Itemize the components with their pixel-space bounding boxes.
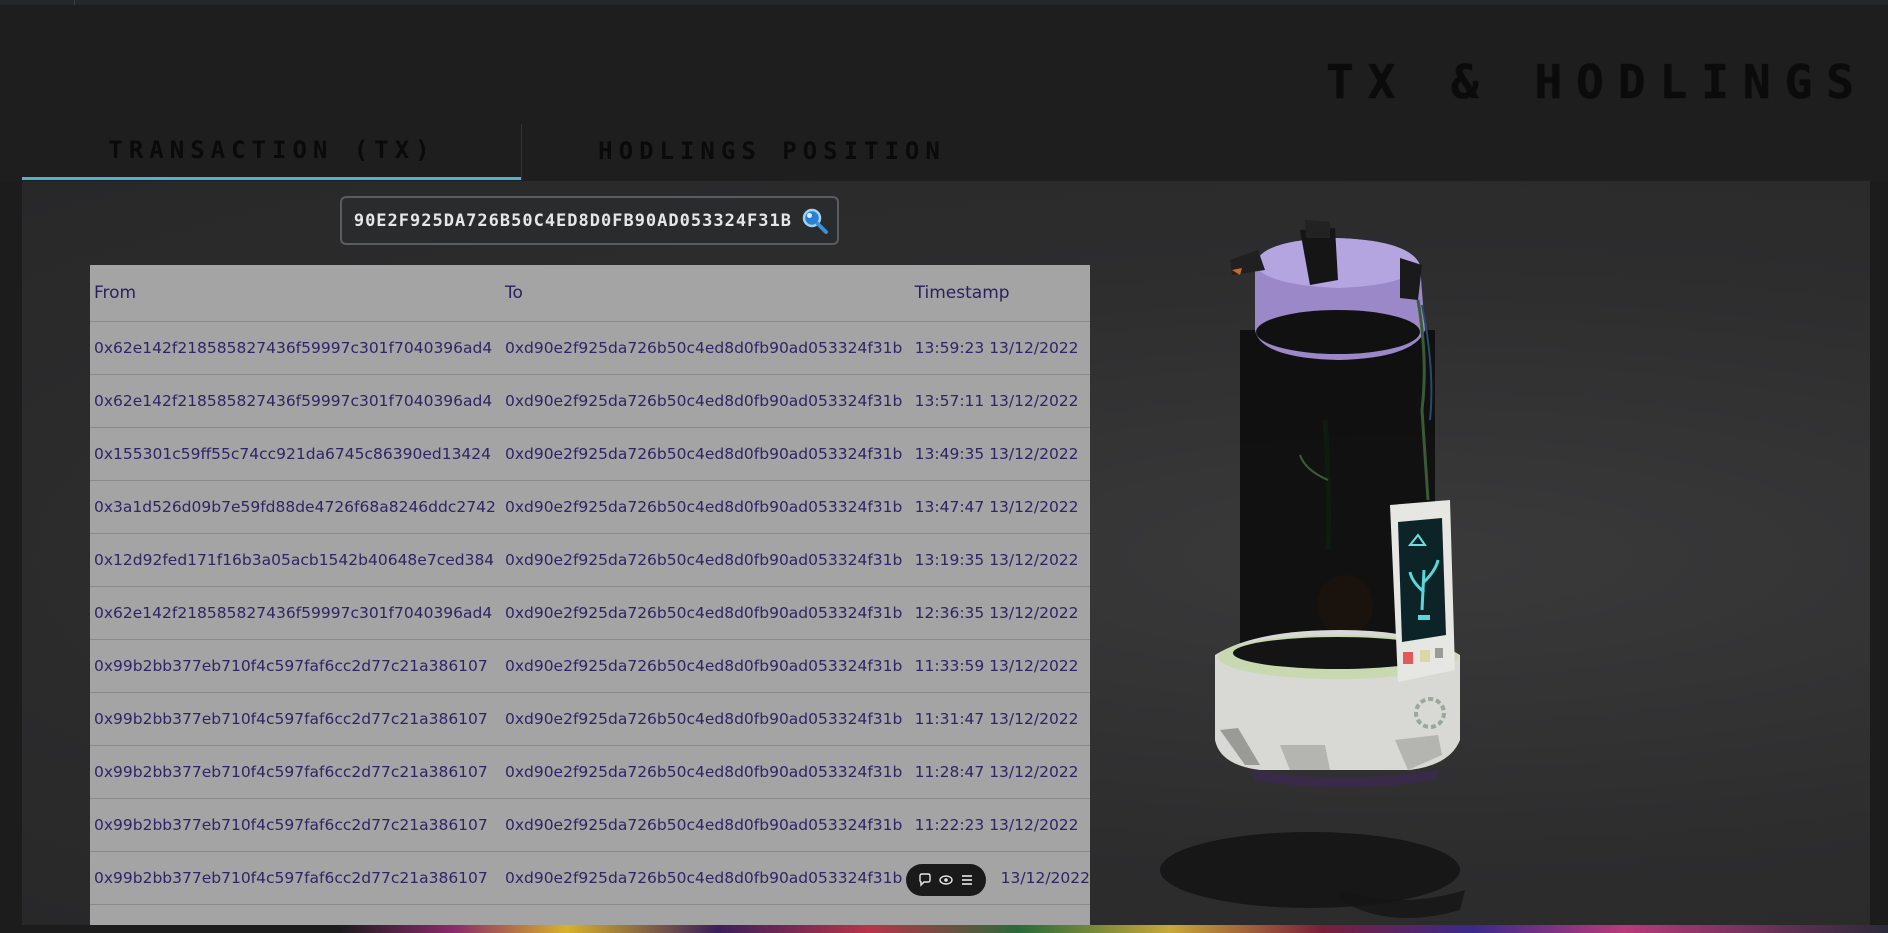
cell-timestamp: 11:33:59 13/12/2022 <box>910 639 1090 693</box>
table-row[interactable]: 0x99b2bb377eb710f4c597faf6cc2d77c21a3861… <box>90 798 1090 852</box>
cell-from: 0x62e142f218585827436f59997c301f7040396a… <box>90 374 501 428</box>
cell-from: 0x99b2bb377eb710f4c597faf6cc2d77c21a3861… <box>90 639 501 693</box>
cell-timestamp: 12:36:35 13/12/2022 <box>910 586 1090 640</box>
search-input[interactable] <box>342 198 793 243</box>
column-header-to: To <box>500 265 911 322</box>
cell-to: 0xd90e2f925da726b50c4ed8d0fb90ad053324f3… <box>500 533 911 587</box>
cell-to: 0xd90e2f925da726b50c4ed8d0fb90ad053324f3… <box>500 480 911 534</box>
table-row[interactable]: 0x99b2bb377eb710f4c597faf6cc2d77c21a3861… <box>90 692 1090 746</box>
tab-bar: TRANSACTION (TX) HODLINGS POSITION <box>22 122 1870 182</box>
cell-from: 0x99b2bb377eb710f4c597faf6cc2d77c21a3861… <box>90 692 501 746</box>
search-box <box>340 196 839 245</box>
cell-timestamp: 11:22:23 13/12/2022 <box>910 798 1090 852</box>
tab-hodlings-position[interactable]: HODLINGS POSITION <box>522 122 1022 180</box>
cell-timestamp: 13:47:47 13/12/2022 <box>910 480 1090 534</box>
page-title: TX & HODLINGS <box>1325 55 1868 109</box>
chat-icon[interactable] <box>916 871 934 889</box>
cell-timestamp: 13:19:35 13/12/2022 <box>910 533 1090 587</box>
table-row[interactable]: 0x62e142f218585827436f59997c301f7040396a… <box>90 586 1090 640</box>
cell-to: 0xd90e2f925da726b50c4ed8d0fb90ad053324f3… <box>500 427 911 481</box>
cell-to: 0xd90e2f925da726b50c4ed8d0fb90ad053324f3… <box>500 692 911 746</box>
cell-to: 0xd90e2f925da726b50c4ed8d0fb90ad053324f3… <box>500 639 911 693</box>
cell-to: 0xd90e2f925da726b50c4ed8d0fb90ad053324f3… <box>500 745 911 799</box>
plant-jar-3d-viewer[interactable] <box>1160 210 1610 930</box>
cell-from: 0x3a1d526d09b7e59fd88de4726f68a8246ddc27… <box>90 480 501 534</box>
cell-timestamp: 13:49:35 13/12/2022 <box>910 427 1090 481</box>
cell-timestamp: 13:57:11 13/12/2022 <box>910 374 1090 428</box>
table-row[interactable]: 0x99b2bb377eb710f4c597faf6cc2d77c21a3861… <box>90 745 1090 799</box>
cell-from: 0x62e142f218585827436f59997c301f7040396a… <box>90 586 501 640</box>
bottom-image-strip <box>0 925 1888 933</box>
table-row[interactable]: 0x62e142f218585827436f59997c301f7040396a… <box>90 374 1090 428</box>
table-row[interactable]: 0x12d92fed171f16b3a05acb1542b40648e7ced3… <box>90 533 1090 587</box>
cell-from: 0x12d92fed171f16b3a05acb1542b40648e7ced3… <box>90 533 501 587</box>
table-row[interactable]: 0x99b2bb377eb710f4c597faf6cc2d77c21a3861… <box>90 639 1090 693</box>
column-header-timestamp: Timestamp <box>910 265 1090 322</box>
cell-from: 0x99b2bb377eb710f4c597faf6cc2d77c21a3861… <box>90 851 501 905</box>
eye-icon[interactable] <box>937 871 955 889</box>
menu-icon[interactable] <box>958 871 976 889</box>
transactions-table: From To Timestamp 0x62e142f218585827436f… <box>90 265 1090 933</box>
table-row[interactable]: 0x155301c59ff55c74cc921da6745c86390ed134… <box>90 427 1090 481</box>
magnifier-icon[interactable] <box>793 199 837 243</box>
plant-jar-illustration <box>1160 220 1465 918</box>
cell-from: 0x99b2bb377eb710f4c597faf6cc2d77c21a3861… <box>90 745 501 799</box>
cell-to: 0xd90e2f925da726b50c4ed8d0fb90ad053324f3… <box>500 374 911 428</box>
cell-to: 0xd90e2f925da726b50c4ed8d0fb90ad053324f3… <box>500 321 911 375</box>
cell-to: 0xd90e2f925da726b50c4ed8d0fb90ad053324f3… <box>500 586 911 640</box>
cell-from: 0x155301c59ff55c74cc921da6745c86390ed134… <box>90 427 501 481</box>
table-row[interactable]: 0x3a1d526d09b7e59fd88de4726f68a8246ddc27… <box>90 480 1090 534</box>
floating-toolbar <box>906 864 986 896</box>
cell-timestamp: 13:59:23 13/12/2022 <box>910 321 1090 375</box>
cell-timestamp: 11:31:47 13/12/2022 <box>910 692 1090 746</box>
cell-from: 0x99b2bb377eb710f4c597faf6cc2d77c21a3861… <box>90 798 501 852</box>
table-header-row: From To Timestamp <box>90 265 1090 322</box>
cell-to: 0xd90e2f925da726b50c4ed8d0fb90ad053324f3… <box>500 798 911 852</box>
column-header-from: From <box>90 265 501 322</box>
table-row[interactable]: 0x62e142f218585827436f59997c301f7040396a… <box>90 321 1090 375</box>
cell-from: 0x62e142f218585827436f59997c301f7040396a… <box>90 321 501 375</box>
cell-to: 0xd90e2f925da726b50c4ed8d0fb90ad053324f3… <box>500 851 911 905</box>
cell-timestamp: 11:28:47 13/12/2022 <box>910 745 1090 799</box>
tab-transaction[interactable]: TRANSACTION (TX) <box>22 122 522 180</box>
